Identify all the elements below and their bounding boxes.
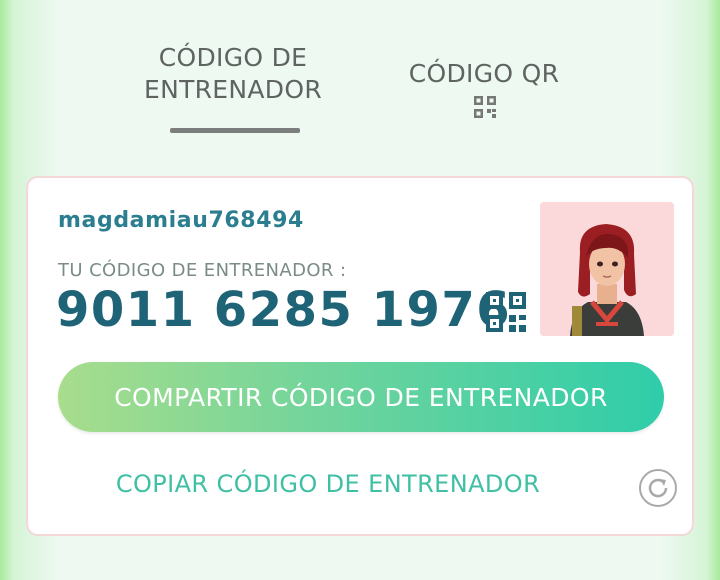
trainer-code-value: 9011 6285 1976 [56,282,512,338]
trainer-code-card: magdamiau768494 TU CÓDIGO DE ENTRENADOR … [26,176,694,536]
tab-qr-code[interactable]: CÓDIGO QR [384,58,584,90]
username: magdamiau768494 [58,208,304,233]
avatar [540,202,674,336]
tab-trainer-code-line1: CÓDIGO DE [158,43,308,72]
tab-qr-code-label: CÓDIGO QR [408,59,560,88]
copy-trainer-code-link[interactable]: COPIAR CÓDIGO DE ENTRENADOR [88,470,568,498]
refresh-icon[interactable] [638,468,678,508]
share-trainer-code-button[interactable]: COMPARTIR CÓDIGO DE ENTRENADOR [58,362,664,432]
active-tab-indicator [170,128,300,133]
qr-icon [474,96,496,118]
tab-bar: CÓDIGO DE ENTRENADOR CÓDIGO QR [0,0,720,160]
tab-trainer-code-line2: ENTRENADOR [143,75,323,104]
qr-code-icon[interactable] [486,292,526,332]
avatar-illustration [540,202,674,336]
copy-trainer-code-label: COPIAR CÓDIGO DE ENTRENADOR [115,470,541,498]
tab-trainer-code[interactable]: CÓDIGO DE ENTRENADOR [118,42,348,106]
share-trainer-code-label: COMPARTIR CÓDIGO DE ENTRENADOR [114,382,608,412]
trainer-code-label: TU CÓDIGO DE ENTRENADOR : [58,260,347,281]
